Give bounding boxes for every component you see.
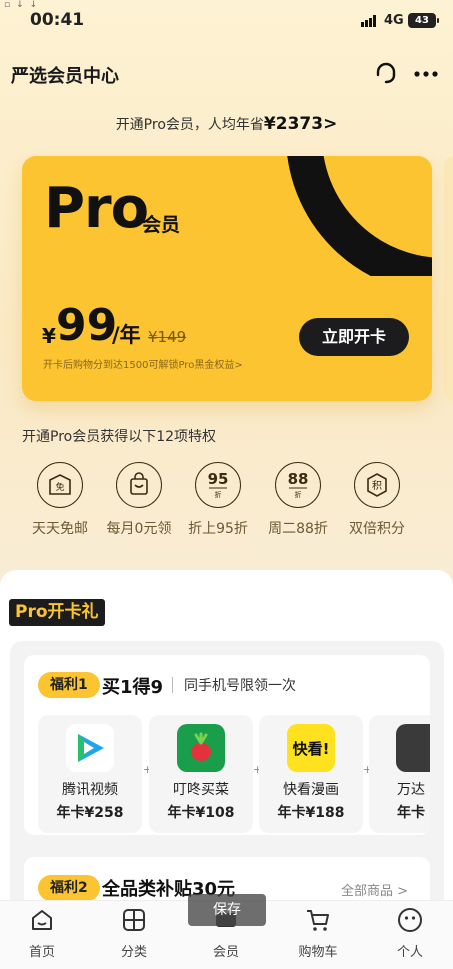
kuaikan-logo-text: 快看! bbox=[292, 739, 330, 758]
benefit2-badge: 福利2 bbox=[38, 875, 100, 901]
price-currency: ¥ bbox=[42, 324, 56, 348]
privilege-label: 每月0元领 bbox=[106, 521, 172, 537]
privilege-discount-88[interactable]: 88 折 周二88折 bbox=[258, 462, 338, 538]
kuaikan-icon: 快看! bbox=[287, 724, 335, 772]
category-icon bbox=[123, 909, 145, 931]
original-price: ¥149 bbox=[148, 328, 187, 346]
privilege-double-points[interactable]: 积 双倍积分 bbox=[337, 462, 417, 538]
all-products-link[interactable]: 全部商品 > bbox=[341, 880, 408, 899]
open-card-button[interactable]: 立即开卡 bbox=[299, 318, 409, 356]
profile-icon bbox=[398, 908, 422, 932]
privilege-label: 折上95折 bbox=[188, 521, 248, 537]
nav-home[interactable]: 首页 bbox=[12, 907, 72, 960]
savings-text: 开通Pro会员，人均年省 bbox=[115, 117, 264, 133]
vip-price: 年卡 bbox=[397, 805, 425, 821]
nav-cart[interactable]: 购物车 bbox=[288, 907, 348, 960]
nav-label: 分类 bbox=[120, 945, 147, 960]
network-type: 4G bbox=[384, 13, 404, 28]
pro-title: Pro bbox=[44, 176, 149, 241]
page-title: 严选会员中心 bbox=[11, 66, 119, 87]
discount-88-icon: 88 折 bbox=[275, 462, 321, 508]
benefit1-badge: 福利1 bbox=[38, 672, 100, 698]
status-bar: ▫↓↓ 00:41 4G 43 bbox=[0, 0, 453, 44]
vip-name: 快看漫画 bbox=[283, 782, 339, 798]
customer-service-icon[interactable] bbox=[372, 60, 400, 88]
gift-section-tag: Pro开卡礼 bbox=[9, 599, 105, 626]
gift-bag-icon bbox=[116, 462, 162, 508]
price-value: 99 bbox=[56, 300, 118, 351]
privilege-discount-95[interactable]: 95 折 折上95折 bbox=[178, 462, 258, 538]
status-time: 00:41 bbox=[30, 10, 85, 30]
save-toast: 保存 bbox=[188, 894, 266, 926]
discount-95-icon: 95 折 bbox=[195, 462, 241, 508]
svg-text:折: 折 bbox=[295, 490, 302, 499]
svg-text:积: 积 bbox=[372, 480, 382, 492]
savings-amount: ¥2373 bbox=[263, 114, 324, 134]
home-icon bbox=[32, 910, 52, 930]
vip-item-kuaikan[interactable]: 快看! 快看漫画 年卡¥188 bbox=[259, 715, 363, 833]
privilege-free-shipping[interactable]: 免 天天免邮 bbox=[20, 462, 100, 538]
vip-price: 年卡¥258 bbox=[56, 805, 124, 821]
battery-icon: 43 bbox=[408, 13, 439, 28]
svg-text:免: 免 bbox=[55, 481, 64, 493]
nav-label: 首页 bbox=[28, 945, 55, 960]
benefit1-title: 买1得9 bbox=[102, 677, 164, 698]
divider bbox=[172, 677, 173, 693]
benefit1-card: 福利1 买1得9 同手机号限领一次 腾讯视频 年卡¥258 + 叮咚买菜 年卡¥… bbox=[24, 655, 430, 835]
vip-name: 腾讯视频 bbox=[62, 782, 118, 798]
more-icon[interactable] bbox=[412, 60, 440, 88]
nav-label: 购物车 bbox=[298, 945, 338, 960]
card-decoration-arc bbox=[287, 156, 432, 276]
privileges-title: 开通Pro会员获得以下12项特权 bbox=[22, 429, 217, 445]
nav-label: 会员 bbox=[212, 945, 239, 960]
vip-name: 叮咚买菜 bbox=[173, 782, 229, 798]
privilege-label: 双倍积分 bbox=[349, 521, 405, 537]
vip-item-dingdong[interactable]: 叮咚买菜 年卡¥108 bbox=[149, 715, 253, 833]
benefit1-subtitle: 同手机号限领一次 bbox=[184, 678, 296, 694]
tencent-video-icon bbox=[66, 724, 114, 772]
svg-text:95: 95 bbox=[208, 470, 229, 488]
signal-icon bbox=[361, 15, 379, 27]
privilege-label: 周二88折 bbox=[268, 521, 328, 537]
privilege-label: 天天免邮 bbox=[32, 521, 88, 537]
next-card-peek bbox=[444, 156, 453, 401]
vip-price: 年卡¥108 bbox=[167, 805, 235, 821]
wanda-icon bbox=[396, 724, 430, 772]
vip-item-tencent[interactable]: 腾讯视频 年卡¥258 bbox=[38, 715, 142, 833]
free-shipping-icon: 免 bbox=[37, 462, 83, 508]
vip-price: 年卡¥188 bbox=[277, 805, 345, 821]
chevron-right-icon: > bbox=[323, 114, 338, 134]
pro-suffix: 会员 bbox=[142, 214, 181, 236]
nav-profile[interactable]: 个人 bbox=[380, 907, 440, 960]
svg-text:88: 88 bbox=[288, 470, 309, 488]
svg-text:折: 折 bbox=[215, 490, 222, 499]
pro-membership-card[interactable]: Pro 会员 ¥ 99 /年 ¥149 开卡后购物分到达1500可解锁Pro黑金… bbox=[22, 156, 432, 401]
points-icon: 积 bbox=[354, 462, 400, 508]
card-note[interactable]: 开卡后购物分到达1500可解锁Pro黑金权益> bbox=[43, 356, 243, 371]
page-header: 严选会员中心 bbox=[0, 50, 453, 96]
notification-icons: ▫↓↓ bbox=[4, 0, 44, 10]
savings-banner[interactable]: 开通Pro会员，人均年省¥2373> bbox=[0, 114, 453, 134]
vip-item-wanda[interactable]: 万达 年卡 bbox=[369, 715, 430, 833]
vip-name: 万达 bbox=[397, 782, 425, 798]
cart-icon bbox=[307, 910, 329, 931]
privilege-monthly-free[interactable]: 每月0元领 bbox=[99, 462, 179, 538]
price-period: /年 bbox=[112, 323, 141, 347]
dingdong-icon bbox=[177, 724, 225, 772]
nav-label: 个人 bbox=[396, 945, 423, 960]
nav-category[interactable]: 分类 bbox=[104, 907, 164, 960]
